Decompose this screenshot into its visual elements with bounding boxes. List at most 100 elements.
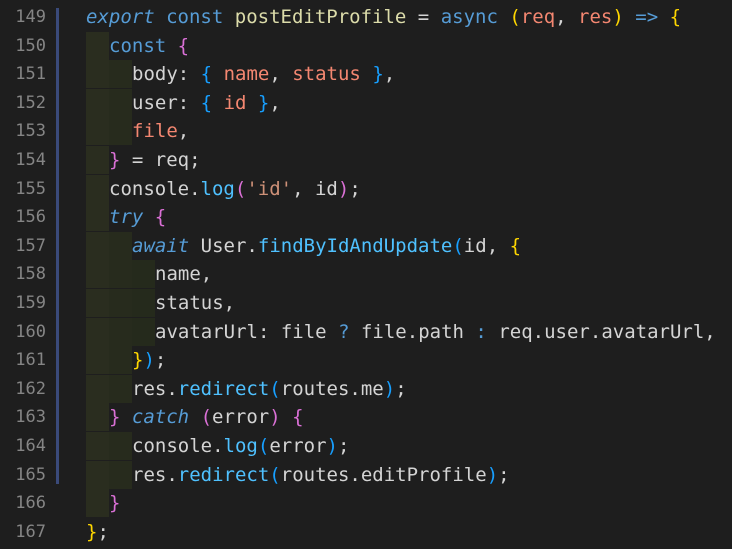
code-token: avatarUrl [601,320,705,343]
line-number: 157 [15,235,46,256]
code-token: { [200,63,213,86]
code-token: ) [612,6,624,28]
code-token: ) [383,377,396,400]
code-token: id [463,234,487,257]
indent-guide [109,374,132,403]
code-token: ; [189,149,201,171]
code-text: res.redirect(routes.editProfile); [132,461,510,489]
code-token: { [200,91,213,114]
indent-guide [132,317,155,346]
code-token: . [349,463,361,486]
code-token: ; [337,435,350,457]
indent-guide [86,174,109,203]
code-token: name [155,263,201,286]
code-token: } [109,149,121,171]
code-line[interactable]: 160 avatarUrl: file ? file.path : req.use… [0,317,732,346]
code-token: ; [395,377,407,400]
code-line[interactable]: 152 user: { id }, [0,88,732,117]
indent-guide [86,317,109,346]
indent-guide [86,146,109,174]
code-text: }); [132,346,166,374]
code-token: 'id' [246,177,293,200]
line-number: 156 [15,207,46,228]
code-token: res [132,377,167,400]
line-number: 160 [15,321,46,342]
code-token: ( [269,463,281,486]
code-token: console [109,177,190,200]
code-token: ) [269,406,281,429]
code-token: await [132,234,190,257]
code-token: . [166,377,178,400]
code-token: res [578,6,613,28]
code-editor[interactable]: 149 export const postEditProfile = async … [0,0,732,549]
line-number: 155 [15,178,46,199]
code-token: = [417,6,430,28]
indent-guide [109,231,132,260]
indent-guide [86,88,109,117]
code-token: file [360,320,407,343]
code-text: file, [132,117,189,145]
line-number: 166 [15,493,46,514]
code-line[interactable]: 150 const { [0,31,732,60]
code-text: status, [155,289,235,317]
code-token: . [246,234,258,257]
code-text: try { [109,203,166,231]
code-line[interactable]: 157 await User.findByIdAndUpdate(id, { [0,231,732,260]
code-token: { [154,206,167,229]
code-token: export [86,6,155,28]
line-number: 153 [15,121,46,142]
code-line[interactable]: 153 file, [0,117,732,146]
code-token: : [475,320,487,343]
code-text: user: { id }, [132,89,281,117]
code-line[interactable]: 162 res.redirect(routes.me); [0,374,732,403]
code-text: const { [109,32,189,60]
code-token: : [177,63,201,86]
code-text: console.log('id', id); [109,175,361,203]
line-number: 154 [15,150,46,170]
code-token: . [532,320,545,343]
indent-guide [86,403,109,432]
code-token: , [269,63,293,86]
code-token: path [418,320,464,343]
code-line[interactable]: 156 try { [0,203,732,232]
code-token: ; [498,463,510,486]
code-line[interactable]: 151 body: { name, status }, [0,60,732,89]
code-token: } [86,520,98,543]
indent-guide [109,60,132,89]
code-token: redirect [177,377,270,400]
code-token: User [200,234,247,257]
code-line[interactable]: 166} [0,489,732,518]
code-token: ( [257,435,270,457]
indent-guide [86,432,109,460]
code-token: . [212,435,224,457]
code-line[interactable]: 159 status, [0,289,732,317]
code-text: } catch (error) { [109,403,304,431]
code-token: . [406,320,419,343]
code-token: async [440,6,498,28]
indent-guide [132,260,155,289]
code-line[interactable]: 161}); [0,346,732,375]
code-line[interactable]: 154} = req; [0,146,732,174]
code-line[interactable]: 165 res.redirect(routes.editProfile); [0,460,732,489]
code-token: avatarUrl [155,320,258,343]
line-number: 152 [15,92,46,113]
code-line[interactable]: 163} catch (error) { [0,403,732,432]
indent-guide [86,260,109,289]
code-token: . [589,320,602,343]
code-line[interactable]: 155 console.log('id', id); [0,174,732,203]
code-token: user [132,91,178,114]
code-line[interactable]: 158 name, [0,260,732,289]
code-line[interactable]: 164 console.log(error); [0,432,732,460]
line-number: 161 [15,350,46,371]
code-line[interactable]: 167}; [0,518,732,546]
code-line[interactable]: 149 export const postEditProfile = async … [0,3,732,31]
indent-guide [109,346,132,375]
